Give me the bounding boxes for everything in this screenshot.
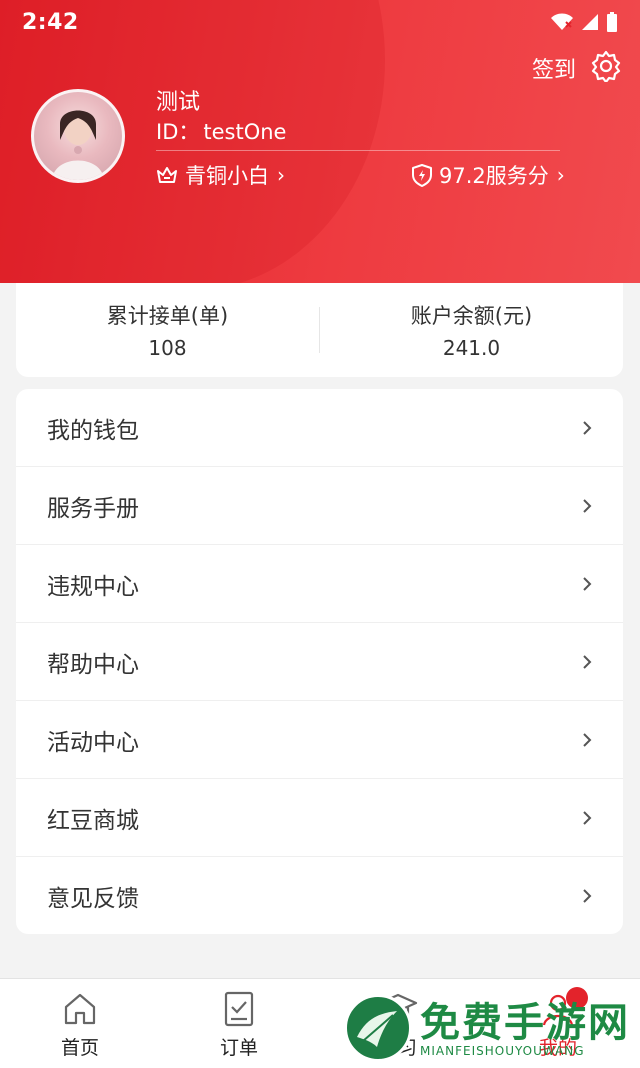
- menu-item-activities[interactable]: 活动中心: [16, 701, 623, 779]
- stats-card: 累计接单(单) 108 账户余额(元) 241.0: [16, 283, 623, 377]
- order-icon: [224, 991, 254, 1027]
- watermark-title: 免费手游网: [420, 1000, 630, 1046]
- watermark-subtitle: MIANFEISHOUYOUWANG: [420, 1044, 585, 1058]
- menu-item-label: 我的钱包: [47, 417, 139, 444]
- avatar[interactable]: [31, 89, 125, 183]
- checkin-button[interactable]: 签到: [532, 52, 576, 84]
- chevron-right-icon: ›: [277, 163, 285, 187]
- stat-label: 累计接单(单): [106, 304, 229, 328]
- wifi-icon: [551, 13, 573, 30]
- watermark-logo: [344, 994, 412, 1062]
- level-link[interactable]: 青铜小白 ›: [155, 160, 285, 190]
- tab-orders[interactable]: 订单: [199, 989, 279, 1060]
- tab-label: 首页: [60, 1037, 99, 1059]
- chevron-right-icon: [583, 810, 592, 825]
- profile-header: 2:42 签到 测试 ID： testOne 青铜小白 › 97.2服务分 ›: [0, 0, 640, 283]
- chevron-right-icon: [583, 732, 592, 747]
- tab-label: 订单: [219, 1037, 258, 1059]
- chevron-right-icon: [583, 889, 592, 903]
- menu-item-service-manual[interactable]: 服务手册: [16, 467, 623, 545]
- chevron-right-icon: ›: [556, 163, 565, 187]
- level-label: 青铜小白: [185, 164, 269, 188]
- gear-icon[interactable]: [590, 50, 622, 82]
- chevron-right-icon: [583, 498, 592, 513]
- stat-orders[interactable]: 累计接单(单) 108: [16, 300, 319, 360]
- menu-item-violations[interactable]: 违规中心: [16, 545, 623, 623]
- menu-item-label: 活动中心: [47, 729, 139, 756]
- header-divider: [156, 150, 560, 151]
- status-bar: 2:42: [0, 0, 640, 46]
- menu-item-feedback[interactable]: 意见反馈: [16, 857, 623, 934]
- user-name: 测试: [156, 90, 201, 115]
- stat-label: 账户余额(元): [410, 304, 533, 328]
- menu-item-label: 红豆商城: [47, 807, 139, 834]
- menu-item-label: 帮助中心: [47, 651, 139, 678]
- menu-item-label: 服务手册: [47, 495, 139, 522]
- score-label: 97.2服务分: [439, 164, 549, 188]
- tab-home[interactable]: 首页: [40, 989, 120, 1060]
- status-icons: [550, 12, 618, 32]
- avatar-image: [52, 110, 104, 180]
- stat-balance[interactable]: 账户余额(元) 241.0: [320, 300, 623, 360]
- status-time: 2:42: [22, 10, 79, 35]
- shield-icon: [412, 164, 432, 187]
- home-icon: [64, 993, 96, 1025]
- menu-list: 我的钱包 服务手册 违规中心 帮助中心 活动中心 红豆商城 意见反馈: [16, 389, 623, 934]
- signal-icon: [582, 14, 598, 30]
- menu-item-label: 违规中心: [47, 573, 139, 600]
- user-id-label: ID：: [156, 120, 200, 144]
- stat-value: 241.0: [442, 336, 501, 360]
- stat-value: 108: [148, 336, 187, 360]
- menu-item-wallet[interactable]: 我的钱包: [16, 389, 623, 467]
- user-id-value: testOne: [203, 120, 287, 144]
- menu-item-mall[interactable]: 红豆商城: [16, 779, 623, 857]
- battery-icon: [607, 12, 617, 32]
- service-score-link[interactable]: 97.2服务分 ›: [411, 160, 565, 190]
- menu-item-help[interactable]: 帮助中心: [16, 623, 623, 701]
- user-id: ID： testOne: [156, 116, 286, 146]
- chevron-right-icon: [583, 576, 592, 591]
- chevron-right-icon: [583, 654, 592, 669]
- watermark: 免费手游网 MIANFEISHOUYOUWANG: [344, 990, 634, 1062]
- chevron-right-icon: [583, 420, 592, 435]
- crown-icon: [157, 167, 177, 183]
- menu-item-label: 意见反馈: [47, 886, 139, 912]
